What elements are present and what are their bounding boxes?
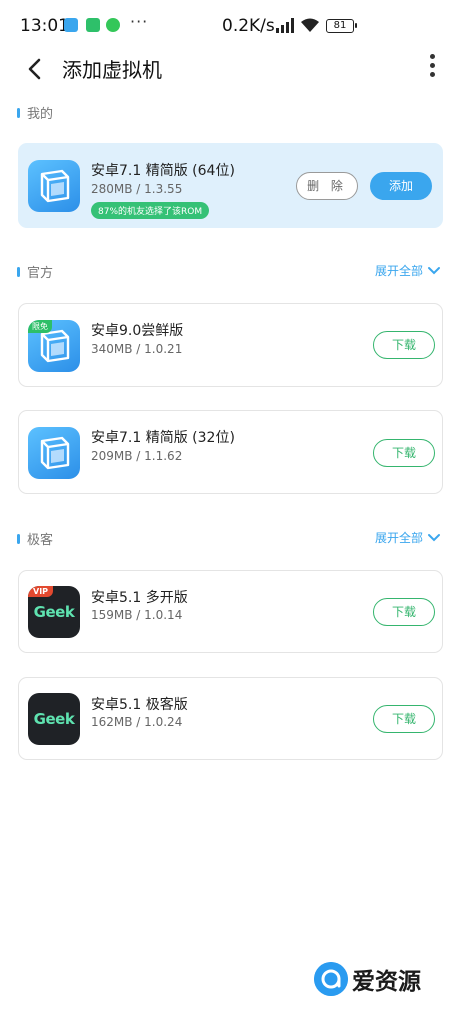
vm-name: 安卓5.1 极客版 xyxy=(91,697,188,713)
vm-size-version: 209MB / 1.1.62 xyxy=(91,449,183,463)
wechat-icon xyxy=(106,18,120,32)
section-marker xyxy=(17,534,20,544)
my-vm-card[interactable]: 安卓7.1 精简版 (64位) 280MB / 1.3.55 87%的机友选择了… xyxy=(18,143,443,228)
vm-name: 安卓9.0尝鲜版 xyxy=(91,323,184,339)
vm-card-geek-1[interactable]: Geek VIP 安卓5.1 多开版 159MB / 1.0.14 下载 xyxy=(18,570,443,653)
vip-badge: VIP xyxy=(28,586,54,597)
vm-size-version: 340MB / 1.0.21 xyxy=(91,342,183,356)
section-geek: 极客 展开全部 xyxy=(0,528,461,552)
expand-all-label: 展开全部 xyxy=(374,531,423,545)
vm-size-version: 280MB / 1.3.55 xyxy=(91,182,183,196)
vm-card-official-1[interactable]: 限免 安卓9.0尝鲜版 340MB / 1.0.21 下载 xyxy=(18,303,443,387)
back-arrow-icon[interactable] xyxy=(22,56,48,82)
vm-card-geek-2[interactable]: Geek 安卓5.1 极客版 162MB / 1.0.24 下载 xyxy=(18,677,443,760)
section-marker xyxy=(17,267,20,277)
section-title: 我的 xyxy=(27,107,54,122)
expand-all-label: 展开全部 xyxy=(374,264,423,278)
section-official: 官方 展开全部 xyxy=(0,261,461,285)
download-button[interactable]: 下载 xyxy=(373,705,435,733)
section-marker xyxy=(17,108,20,118)
watermark-logo-icon xyxy=(314,962,348,996)
page-title: 添加虚拟机 xyxy=(62,58,162,82)
popularity-tag: 87%的机友选择了该ROM xyxy=(91,202,210,219)
vm-size-version: 162MB / 1.0.24 xyxy=(91,715,183,729)
watermark: 爱资源 xyxy=(314,961,421,997)
expand-all-link[interactable]: 展开全部 xyxy=(375,529,441,546)
notification-app-icon xyxy=(64,18,78,32)
top-app-bar: 添加虚拟机 xyxy=(0,52,461,88)
limited-free-badge: 限免 xyxy=(28,320,52,333)
download-button[interactable]: 下载 xyxy=(373,331,435,359)
chevron-down-icon xyxy=(428,533,440,541)
section-mine: 我的 xyxy=(0,102,461,126)
vm-card-official-2[interactable]: 安卓7.1 精简版 (32位) 209MB / 1.1.62 下载 xyxy=(18,410,443,494)
vm-name: 安卓7.1 精简版 (32位) xyxy=(91,430,235,446)
vm-name: 安卓5.1 多开版 xyxy=(91,590,188,606)
watermark-text: 爱资源 xyxy=(352,969,421,995)
geek-logo-text: Geek xyxy=(33,603,75,621)
more-notifications-icon: ··· xyxy=(130,12,149,31)
vm-size-version: 159MB / 1.0.14 xyxy=(91,608,183,622)
add-button[interactable]: 添加 xyxy=(370,172,432,200)
download-notification-icon xyxy=(86,18,100,32)
delete-button[interactable]: 删 除 xyxy=(296,172,358,200)
vm-app-icon xyxy=(28,160,80,212)
status-bar: 13:01 ··· 0.2K/s 81 xyxy=(0,0,461,52)
vm-name: 安卓7.1 精简版 (64位) xyxy=(91,163,235,179)
status-time: 13:01 xyxy=(20,16,69,36)
geek-app-icon: Geek VIP xyxy=(28,586,80,638)
download-button[interactable]: 下载 xyxy=(373,598,435,626)
vm-app-icon xyxy=(28,427,80,479)
geek-app-icon: Geek xyxy=(28,693,80,745)
vm-app-icon: 限免 xyxy=(28,320,80,372)
geek-logo-text: Geek xyxy=(33,710,75,728)
wifi-icon xyxy=(301,18,319,32)
network-speed: 0.2K/s xyxy=(222,16,275,36)
battery-indicator: 81 xyxy=(326,19,357,33)
section-title: 官方 xyxy=(27,266,54,281)
signal-icon xyxy=(276,18,294,33)
expand-all-link[interactable]: 展开全部 xyxy=(375,262,441,279)
more-options-icon[interactable] xyxy=(427,54,437,82)
chevron-down-icon xyxy=(428,266,440,274)
download-button[interactable]: 下载 xyxy=(373,439,435,467)
section-title: 极客 xyxy=(27,533,54,548)
